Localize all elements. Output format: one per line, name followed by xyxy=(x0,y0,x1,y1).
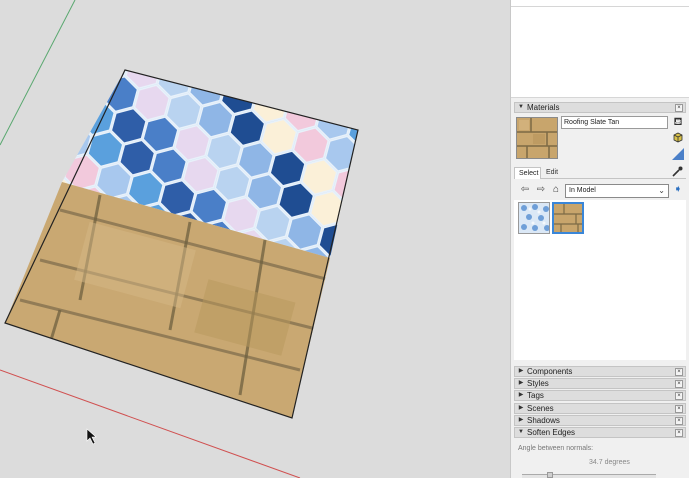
material-thumbnail-roofing-slate-tan[interactable] xyxy=(552,202,584,234)
tags-panel-header[interactable]: ▶ Tags × xyxy=(514,390,686,401)
angle-value: 34.7 xyxy=(589,459,603,466)
hexagon-tile xyxy=(275,70,313,100)
material-thumbnail-hexagon[interactable] xyxy=(518,202,550,234)
close-icon[interactable]: × xyxy=(675,416,683,425)
home-icon[interactable]: ⌂ xyxy=(550,184,562,196)
close-icon[interactable]: × xyxy=(675,367,683,376)
hexagon-tile xyxy=(180,70,217,75)
collapsed-triangle-icon: ▶ xyxy=(518,417,524,423)
close-icon[interactable]: × xyxy=(675,404,683,413)
components-panel-header[interactable]: ▶ Components × xyxy=(514,366,686,377)
hexagon-tile xyxy=(212,70,249,83)
expand-triangle-icon: ▼ xyxy=(518,429,524,435)
model-viewport[interactable] xyxy=(0,0,510,478)
close-icon[interactable]: × xyxy=(675,103,683,112)
close-icon[interactable]: × xyxy=(675,379,683,388)
material-preview-swatch xyxy=(516,117,558,159)
angle-slider-track[interactable] xyxy=(522,474,656,478)
dropdown-chevron-icon: ⌄ xyxy=(658,186,665,195)
collapsed-triangle-icon: ▶ xyxy=(518,380,524,386)
tray-empty-area xyxy=(511,0,689,98)
library-dropdown[interactable]: In Model ⌄ xyxy=(565,184,669,198)
3d-box-icon[interactable] xyxy=(671,131,685,143)
tab-select[interactable]: Select xyxy=(514,167,541,179)
material-thumbnails-area xyxy=(514,200,686,360)
soften-edges-panel-header[interactable]: ▼ Soften Edges × xyxy=(514,427,686,438)
materials-panel-header[interactable]: ▼ Materials × xyxy=(514,102,686,113)
panel-title-shadows: Shadows xyxy=(527,416,560,425)
eyedropper-icon[interactable] xyxy=(670,166,684,179)
hexagon-tile xyxy=(7,166,46,209)
angle-between-normals-label: Angle between normals: xyxy=(518,445,594,452)
shadows-panel-header[interactable]: ▶ Shadows × xyxy=(514,415,686,426)
triangle-icon[interactable] xyxy=(671,148,685,160)
collapsed-triangle-icon: ▶ xyxy=(518,392,524,398)
panel-title-components: Components xyxy=(527,367,573,376)
expand-triangle-icon: ▼ xyxy=(518,104,524,110)
materials-panel-title: Materials xyxy=(527,103,560,112)
close-icon[interactable]: × xyxy=(675,428,683,437)
hexagon-tile xyxy=(339,80,358,117)
angle-unit: degrees xyxy=(604,459,630,466)
angle-value-readout: 34.7 degrees xyxy=(589,459,630,466)
material-name-field[interactable]: Roofing Slate Tan xyxy=(561,116,668,129)
tab-edit[interactable]: Edit xyxy=(542,167,567,179)
collapsed-triangle-icon: ▶ xyxy=(518,405,524,411)
viewport-canvas[interactable] xyxy=(0,0,510,478)
hexagon-tile xyxy=(115,18,154,61)
panel-title-scenes: Scenes xyxy=(527,404,554,413)
soften-edges-panel-title: Soften Edges xyxy=(527,428,576,437)
hexagon-tile xyxy=(147,26,186,69)
back-arrow-icon[interactable]: ⇦ xyxy=(519,184,531,196)
details-arrow-icon[interactable]: ➧ xyxy=(672,184,684,196)
hexagon-tile xyxy=(22,111,61,154)
panel-title-tags: Tags xyxy=(527,391,544,400)
angle-slider-thumb[interactable] xyxy=(547,472,553,478)
green-axis-line xyxy=(0,0,76,146)
collapsed-triangle-icon: ▶ xyxy=(518,368,524,374)
scenes-panel-header[interactable]: ▶ Scenes × xyxy=(514,403,686,414)
panel-title-styles: Styles xyxy=(527,379,549,388)
hexagon-tile xyxy=(62,90,84,128)
paint-bucket-icon[interactable]: ⛾ xyxy=(671,116,685,128)
hexagon-tile xyxy=(70,70,107,104)
forward-arrow-icon[interactable]: ⇨ xyxy=(535,184,547,196)
hexagon-tile xyxy=(307,71,344,109)
materials-tabs: Select Edit xyxy=(514,167,686,179)
hexagon-tile xyxy=(62,70,99,73)
close-icon[interactable]: × xyxy=(675,391,683,400)
hexagon-tile xyxy=(243,70,281,92)
hexagon-tile xyxy=(83,9,122,52)
library-dropdown-value: In Model xyxy=(569,187,596,194)
styles-panel-header[interactable]: ▶ Styles × xyxy=(514,378,686,389)
mouse-cursor-icon xyxy=(86,428,97,445)
